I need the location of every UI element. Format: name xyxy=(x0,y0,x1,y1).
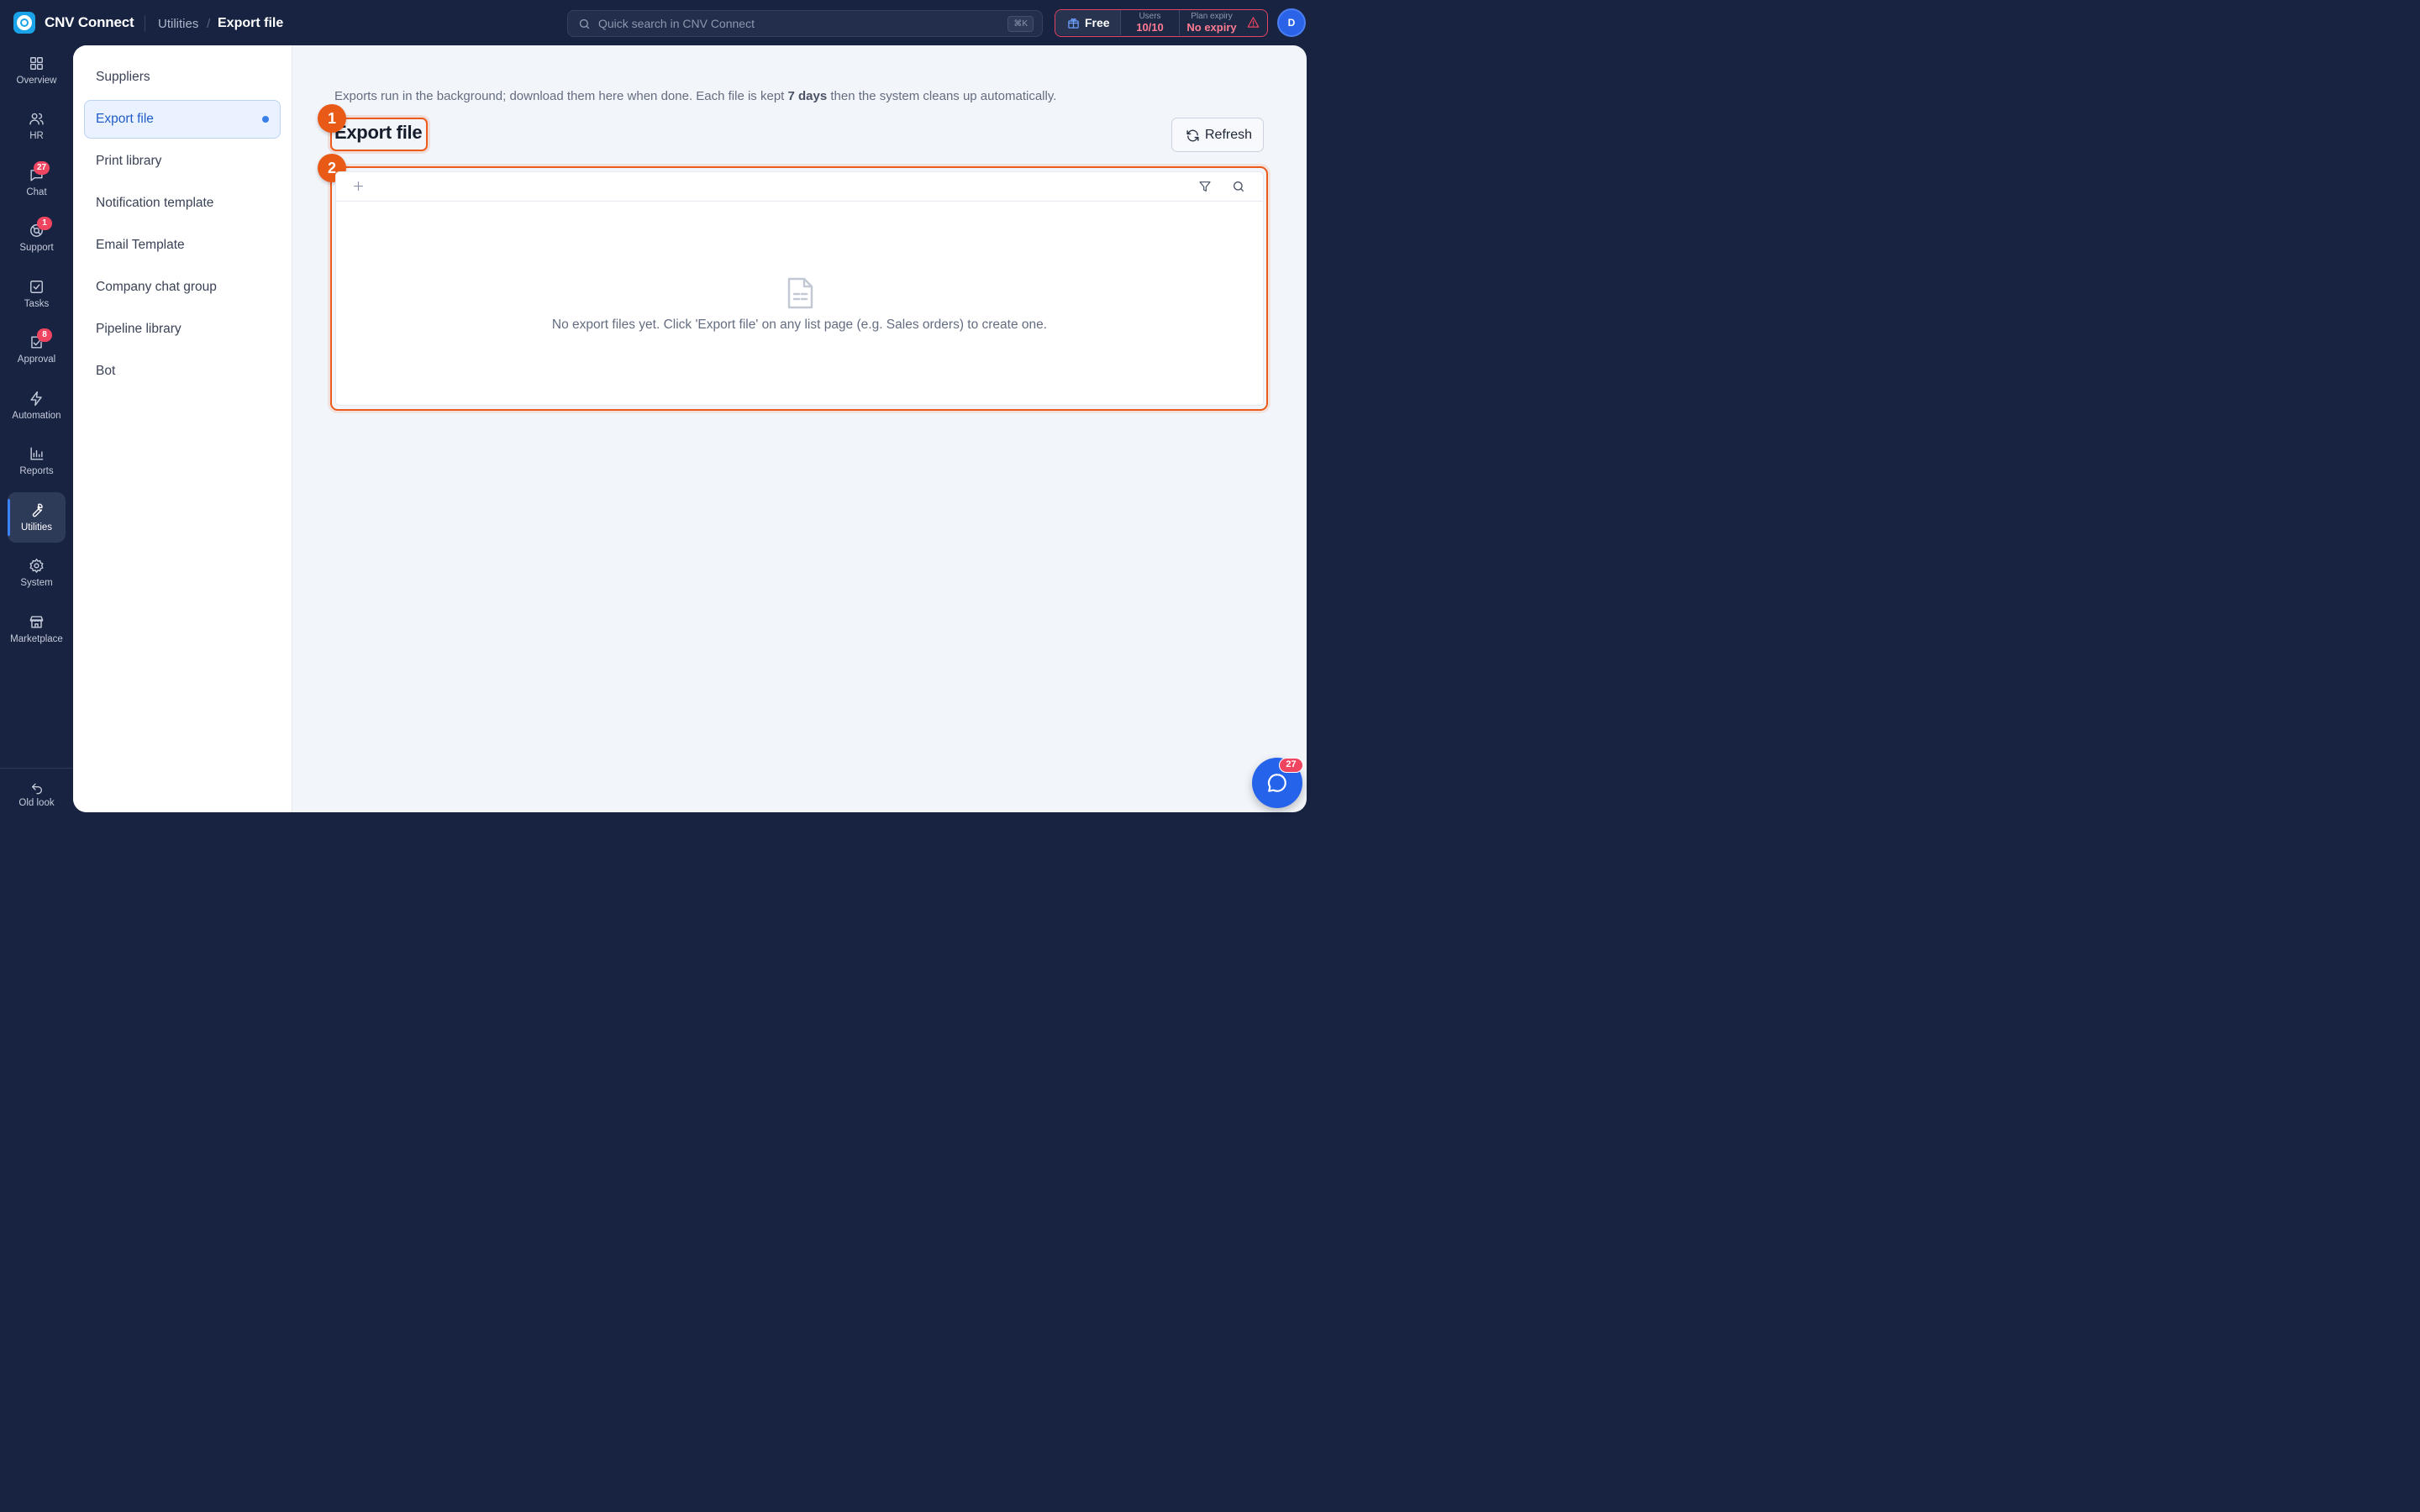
subnav-item-label: Company chat group xyxy=(96,280,217,294)
intro-text: Exports run in the background; download … xyxy=(334,89,1056,103)
plan-users: Users 10/10 xyxy=(1121,10,1180,35)
support-badge: 1 xyxy=(37,217,52,230)
global-search-input[interactable]: Quick search in CNV Connect ⌘K xyxy=(567,10,1043,37)
rail-item-label: Approval xyxy=(17,354,56,365)
active-dot-icon xyxy=(262,116,269,123)
app-name[interactable]: CNV Connect xyxy=(45,14,134,31)
subnav-item-export-file[interactable]: Export file xyxy=(84,100,281,139)
subnav-item-company-chat-group[interactable]: Company chat group xyxy=(84,268,281,307)
refresh-label: Refresh xyxy=(1205,128,1253,142)
plan-status-widget[interactable]: Free Users 10/10 Plan expiry No expiry xyxy=(1055,9,1268,37)
main-navigation-rail: Overview HR 27 Chat 1 Support Tasks 8 Ap… xyxy=(0,45,73,823)
user-avatar[interactable]: D xyxy=(1277,8,1306,37)
subnav-item-email-template[interactable]: Email Template xyxy=(84,226,281,265)
plan-users-value: 10/10 xyxy=(1136,21,1164,34)
chat-launcher-badge: 27 xyxy=(1279,758,1303,773)
subnav-item-pipeline-library[interactable]: Pipeline library xyxy=(84,310,281,349)
rail-item-overview[interactable]: Overview xyxy=(8,45,66,96)
refresh-button[interactable]: Refresh xyxy=(1171,118,1264,152)
plan-expiry-caption: Plan expiry xyxy=(1191,12,1233,21)
rail-item-label: Automation xyxy=(12,411,61,421)
breadcrumb-parent[interactable]: Utilities xyxy=(158,17,198,31)
subnav-item-label: Suppliers xyxy=(96,70,150,84)
subnav-item-label: Export file xyxy=(96,112,154,126)
rail-item-support[interactable]: 1 Support xyxy=(8,213,66,263)
rail-item-label: Old look xyxy=(18,798,55,808)
undo-icon xyxy=(32,783,42,795)
rail-item-label: Utilities xyxy=(20,522,53,533)
rail-item-label: Overview xyxy=(16,76,57,86)
rail-item-utilities[interactable]: Utilities xyxy=(8,492,66,543)
subnav-item-label: Email Template xyxy=(96,238,185,252)
breadcrumb-separator: / xyxy=(207,17,211,31)
warning-icon xyxy=(1247,17,1260,28)
grid-search-icon[interactable] xyxy=(1232,180,1245,193)
content-area: Exports run in the background; download … xyxy=(292,45,1307,812)
search-shortcut-badge: ⌘K xyxy=(1007,16,1034,32)
utilities-subnav: Suppliers Export file Print library Noti… xyxy=(73,45,292,812)
rail-item-old-look[interactable]: Old look xyxy=(8,774,66,825)
rail-item-label: HR xyxy=(29,131,44,141)
rail-item-label: System xyxy=(20,578,53,588)
subnav-item-label: Notification template xyxy=(96,196,214,210)
rail-item-label: Reports xyxy=(19,466,54,476)
search-icon xyxy=(579,18,590,29)
rail-item-system[interactable]: System xyxy=(8,548,66,598)
plan-tier[interactable]: Free xyxy=(1055,10,1121,35)
rail-item-label: Tasks xyxy=(24,299,50,309)
subnav-item-label: Pipeline library xyxy=(96,322,182,336)
rail-item-automation[interactable]: Automation xyxy=(8,381,66,431)
add-icon[interactable] xyxy=(352,180,365,192)
gear-icon xyxy=(29,558,44,574)
store-icon xyxy=(29,616,44,628)
subnav-item-bot[interactable]: Bot xyxy=(84,352,281,391)
subnav-item-label: Bot xyxy=(96,364,116,378)
plan-expiry: Plan expiry No expiry xyxy=(1180,10,1244,35)
grid-icon xyxy=(30,57,43,70)
intro-text-part: then the system cleans up automatically. xyxy=(827,89,1057,103)
subnav-item-label: Print library xyxy=(96,154,162,168)
checkbox-icon xyxy=(30,281,43,293)
main-panel: Suppliers Export file Print library Noti… xyxy=(73,45,1307,812)
rail-item-chat[interactable]: 27 Chat xyxy=(8,157,66,207)
intro-text-part: Exports run in the background; download … xyxy=(334,89,788,103)
step-marker-1: 1 xyxy=(318,104,346,133)
gift-icon xyxy=(1068,18,1079,29)
divider xyxy=(0,768,73,769)
plan-tier-label: Free xyxy=(1085,16,1110,29)
retention-days: 7 days xyxy=(787,89,828,103)
rail-item-marketplace[interactable]: Marketplace xyxy=(8,604,66,654)
rail-item-label: Chat xyxy=(26,187,47,197)
export-files-grid: No export files yet. Click 'Export file'… xyxy=(335,171,1264,406)
users-icon xyxy=(29,113,44,125)
chat-badge: 27 xyxy=(34,161,50,175)
lightning-icon xyxy=(30,391,42,407)
rail-item-label: Marketplace xyxy=(10,634,63,644)
rail-item-label: Support xyxy=(19,243,54,253)
rail-item-hr[interactable]: HR xyxy=(8,101,66,151)
filter-icon[interactable] xyxy=(1198,180,1212,193)
wrench-icon xyxy=(32,503,43,517)
refresh-icon xyxy=(1186,129,1199,142)
top-bar: CNV Connect Utilities / Export file Quic… xyxy=(0,0,1318,45)
subnav-item-print-library[interactable]: Print library xyxy=(84,142,281,181)
rail-item-approval[interactable]: 8 Approval xyxy=(8,324,66,375)
rail-item-reports[interactable]: Reports xyxy=(8,436,66,486)
subnav-item-suppliers[interactable]: Suppliers xyxy=(84,58,281,97)
plan-expiry-value: No expiry xyxy=(1186,21,1237,34)
document-icon xyxy=(787,277,813,309)
empty-state-text: No export files yet. Click 'Export file'… xyxy=(551,318,1048,332)
breadcrumb-current: Export file xyxy=(218,16,284,30)
approval-badge: 8 xyxy=(37,328,52,342)
subnav-item-notification-template[interactable]: Notification template xyxy=(84,184,281,223)
bar-chart-icon xyxy=(30,447,44,460)
rail-item-tasks[interactable]: Tasks xyxy=(8,269,66,319)
plan-users-caption: Users xyxy=(1139,12,1161,21)
grid-toolbar xyxy=(336,172,1263,202)
chat-bubble-icon xyxy=(1267,774,1286,792)
app-logo-icon[interactable] xyxy=(13,12,35,34)
search-placeholder: Quick search in CNV Connect xyxy=(598,17,755,30)
